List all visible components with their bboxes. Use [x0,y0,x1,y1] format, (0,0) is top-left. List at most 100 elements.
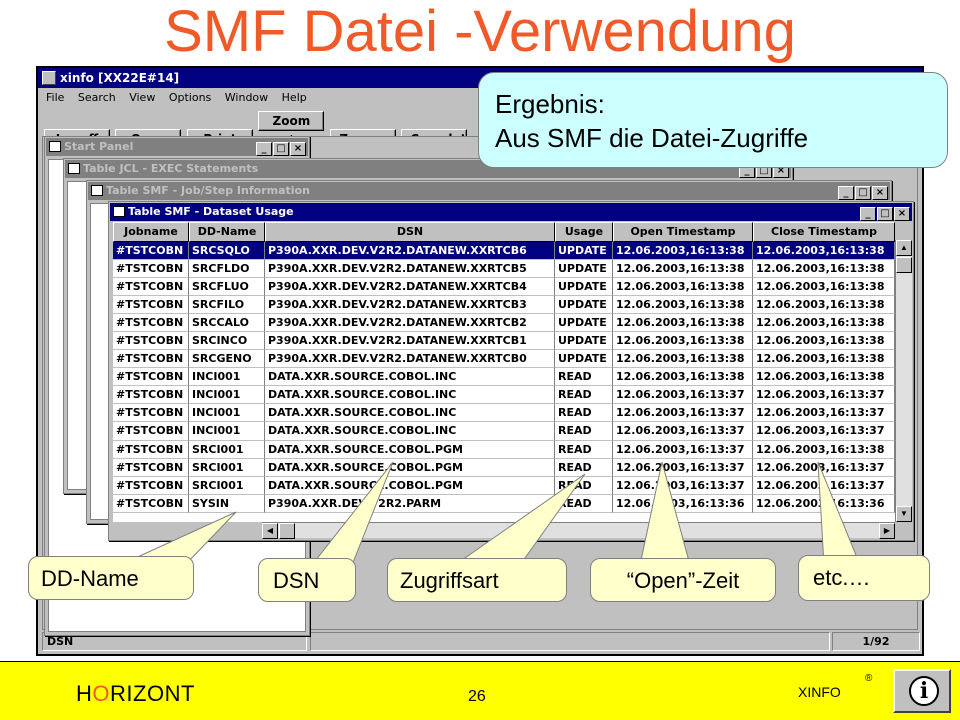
start-panel-title: Start Panel [64,140,134,153]
menu-window[interactable]: Window [225,91,268,104]
cell-dsn: DATA.XXR.SOURCE.COBOL.PGM [265,458,555,477]
cell-dsn: DATA.XXR.SOURCE.COBOL.INC [265,422,555,441]
cell-open-timestamp: 12.06.2003,16:13:36 [613,494,753,513]
cell-open-timestamp: 12.06.2003,16:13:38 [613,332,753,351]
column-header-close-timestamp[interactable]: Close Timestamp [753,222,895,242]
minimize-icon[interactable]: _ [256,142,272,156]
cell-jobname: #TSTCOBN [113,278,189,297]
window-icon [91,185,103,196]
cell-usage: UPDATE [555,260,613,279]
vertical-scrollbar[interactable]: ▲ ▼ [895,240,912,522]
menu-file[interactable]: File [46,91,64,104]
window-icon [49,141,61,152]
cell-dsn: P390A.XXR.DEV.V2R2.DATANEW.XXRTCB3 [265,296,555,315]
table-row[interactable]: #TSTCOBN INCI001 DATA.XXR.SOURCE.COBOL.INC… [113,368,895,387]
system-menu-icon[interactable] [42,71,56,85]
cell-jobname: #TSTCOBN [113,494,189,513]
cell-close-timestamp: 12.06.2003,16:13:36 [753,494,895,513]
cell-ddname: SYSIN [189,494,265,513]
cell-usage: READ [555,422,613,441]
horizontal-scrollbar[interactable]: ◀ ▶ [262,522,895,539]
column-header-ddname[interactable]: DD-Name [189,222,265,242]
column-header-usage[interactable]: Usage [555,222,613,242]
record-counter: 1/92 [832,632,920,651]
scroll-right-icon[interactable]: ▶ [879,523,895,539]
maximize-icon[interactable]: □ [855,186,871,200]
window-icon [68,163,80,174]
cell-open-timestamp: 12.06.2003,16:13:37 [613,476,753,495]
maximize-icon[interactable]: □ [273,142,289,156]
cell-open-timestamp: 12.06.2003,16:13:37 [613,404,753,423]
cell-close-timestamp: 12.06.2003,16:13:38 [753,242,895,261]
minimize-icon[interactable]: _ [860,207,876,221]
maximize-icon[interactable]: □ [877,207,893,221]
table-row[interactable]: #TSTCOBN SRCSQLO P390A.XXR.DEV.V2R2.DATANE… [113,242,895,261]
cell-ddname: SRCI001 [189,476,265,495]
table-row[interactable]: #TSTCOBN SRCCALO P390A.XXR.DEV.V2R2.DATANE… [113,314,895,333]
scroll-left-icon[interactable]: ◀ [262,523,278,539]
table-row[interactable]: #TSTCOBN SRCFLUO P390A.XXR.DEV.V2R2.DATANE… [113,278,895,297]
status-empty [310,632,830,651]
scroll-down-icon[interactable]: ▼ [896,506,912,522]
table-row[interactable]: #TSTCOBN SRCINCO P390A.XXR.DEV.V2R2.DATANE… [113,332,895,351]
cell-close-timestamp: 12.06.2003,16:13:37 [753,458,895,477]
zoom-in-button[interactable]: Zoom + [258,111,325,146]
slide-title: SMF Datei -Verwendung [164,0,796,64]
table-row[interactable]: #TSTCOBN INCI001 DATA.XXR.SOURCE.COBOL.INC… [113,404,895,423]
info-icon: i [909,676,939,706]
cell-close-timestamp: 12.06.2003,16:13:38 [753,260,895,279]
close-icon[interactable]: × [290,142,306,156]
cell-ddname: SRCI001 [189,458,265,477]
scroll-thumb[interactable] [896,257,912,273]
table-row[interactable]: #TSTCOBN SRCFILO P390A.XXR.DEV.V2R2.DATANE… [113,296,895,315]
callout-ddname: DD-Name [28,556,194,600]
scroll-up-icon[interactable]: ▲ [896,240,912,256]
table-row[interactable]: #TSTCOBN SRCI001 DATA.XXR.SOURCE.COBOL.PGM… [113,458,895,477]
cell-ddname: SRCINCO [189,332,265,351]
cell-jobname: #TSTCOBN [113,386,189,405]
cell-dsn: DATA.XXR.SOURCE.COBOL.PGM [265,476,555,495]
minimize-icon[interactable]: _ [838,186,854,200]
jobstep-titlebar[interactable]: Table SMF - Job/Step Information _ □ × [88,182,890,200]
menu-help[interactable]: Help [282,91,307,104]
cell-jobname: #TSTCOBN [113,404,189,423]
menu-view[interactable]: View [129,91,155,104]
dataset-usage-titlebar[interactable]: Table SMF - Dataset Usage _ □ × [110,203,912,221]
cell-jobname: #TSTCOBN [113,314,189,333]
brand-letter-o: O [92,681,111,706]
cell-ddname: SRCFILO [189,296,265,315]
cell-dsn: DATA.XXR.SOURCE.COBOL.PGM [265,440,555,459]
cell-ddname: SRCFLUO [189,278,265,297]
close-icon[interactable]: × [894,207,910,221]
cell-dsn: P390A.XXR.DEV.V2R2.DATANEW.XXRTCB5 [265,260,555,279]
cell-dsn: DATA.XXR.SOURCE.COBOL.INC [265,386,555,405]
menu-options[interactable]: Options [169,91,211,104]
result-heading: Ergebnis: [495,89,605,119]
page-number: 26 [468,688,486,705]
column-header-dsn[interactable]: DSN [265,222,555,242]
cell-usage: UPDATE [555,350,613,369]
column-header-jobname[interactable]: Jobname [113,222,189,242]
menu-search[interactable]: Search [78,91,116,104]
table-row[interactable]: #TSTCOBN SYSIN P390A.XXR.DEV.V2R2.PARM READ… [113,494,895,513]
scroll-thumb[interactable] [279,523,295,539]
cell-jobname: #TSTCOBN [113,422,189,441]
start-panel-titlebar[interactable]: Start Panel _ □ × [46,138,308,156]
table-row[interactable]: #TSTCOBN INCI001 DATA.XXR.SOURCE.COBOL.INC… [113,422,895,441]
cell-dsn: P390A.XXR.DEV.V2R2.DATANEW.XXRTCB4 [265,278,555,297]
info-button[interactable]: i [893,669,951,713]
table-row[interactable]: #TSTCOBN SRCI001 DATA.XXR.SOURCE.COBOL.PGM… [113,476,895,495]
cell-usage: UPDATE [555,242,613,261]
cell-close-timestamp: 12.06.2003,16:13:38 [753,368,895,387]
window-icon [113,206,125,217]
window-controls: _ □ × [255,139,306,157]
table-row[interactable]: #TSTCOBN SRCGENO P390A.XXR.DEV.V2R2.DATANE… [113,350,895,369]
table-row[interactable]: #TSTCOBN SRCFLDO P390A.XXR.DEV.V2R2.DATANE… [113,260,895,279]
window-controls: _ □ × [837,183,888,201]
cell-open-timestamp: 12.06.2003,16:13:38 [613,242,753,261]
callout-dsn: DSN [258,558,356,602]
table-row[interactable]: #TSTCOBN SRCI001 DATA.XXR.SOURCE.COBOL.PGM… [113,440,895,459]
table-row[interactable]: #TSTCOBN INCI001 DATA.XXR.SOURCE.COBOL.INC… [113,386,895,405]
column-header-open-timestamp[interactable]: Open Timestamp [613,222,753,242]
close-icon[interactable]: × [872,186,888,200]
